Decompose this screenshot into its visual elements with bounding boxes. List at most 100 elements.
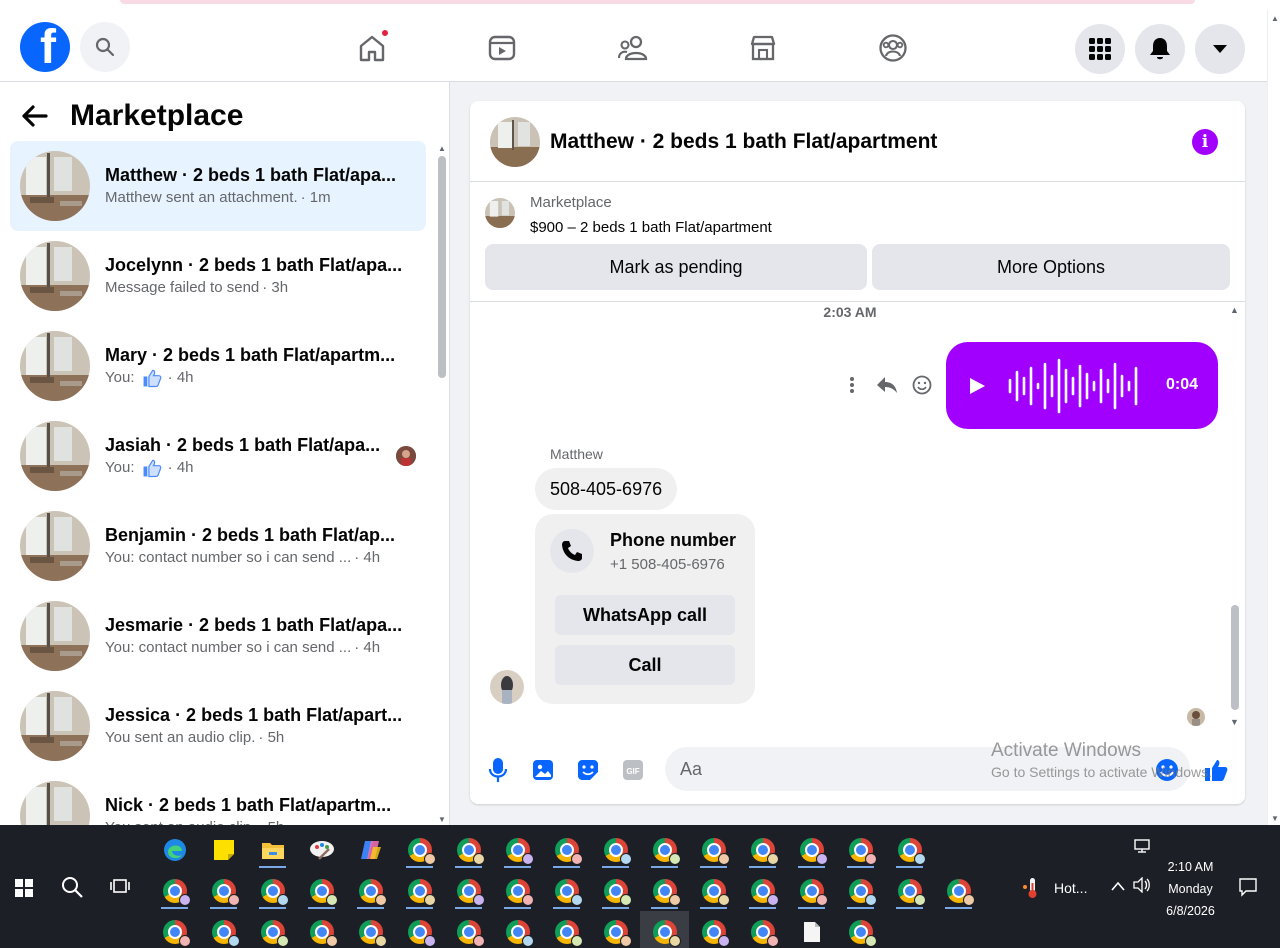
play-icon[interactable]: [968, 377, 986, 395]
chrome-taskbar-button[interactable]: [493, 911, 542, 948]
conversation-item[interactable]: Jessica · 2 beds 1 bath Flat/apart... You…: [10, 681, 426, 771]
chrome-taskbar-button[interactable]: [689, 911, 738, 948]
chrome-taskbar-button[interactable]: [934, 870, 983, 911]
mic-button[interactable]: [485, 757, 511, 783]
sticker-button[interactable]: [575, 757, 601, 783]
info-icon[interactable]: i: [1192, 129, 1218, 155]
taskbar-search-button[interactable]: [60, 875, 84, 904]
chrome-taskbar-button[interactable]: [493, 829, 542, 870]
chrome-taskbar-button[interactable]: [346, 911, 395, 948]
chrome-taskbar-button[interactable]: [738, 870, 787, 911]
photo-button[interactable]: [530, 757, 556, 783]
scroll-thumb[interactable]: [438, 156, 446, 378]
copilot-taskbar-button[interactable]: [346, 829, 395, 870]
scroll-up-icon[interactable]: ▲: [1230, 305, 1239, 315]
sidebar-scrollbar[interactable]: ▲ ▼: [437, 144, 447, 824]
chrome-taskbar-button[interactable]: [248, 911, 297, 948]
emoji-button[interactable]: [1154, 757, 1180, 783]
chrome-taskbar-button[interactable]: [738, 911, 787, 948]
chrome-taskbar-button[interactable]: [395, 829, 444, 870]
conversation-item[interactable]: Benjamin · 2 beds 1 bath Flat/ap... You: …: [10, 501, 426, 591]
chrome-taskbar-button[interactable]: [444, 911, 493, 948]
conversation-item[interactable]: Nick · 2 beds 1 bath Flat/apartm... You s…: [10, 771, 426, 825]
start-button[interactable]: [15, 879, 35, 899]
volume-icon[interactable]: [1133, 876, 1151, 896]
notifications-button[interactable]: [1135, 24, 1185, 74]
chrome-taskbar-button[interactable]: [738, 829, 787, 870]
chrome-taskbar-button[interactable]: [787, 829, 836, 870]
sticky-notes-taskbar-button[interactable]: [199, 829, 248, 870]
sender-avatar[interactable]: [490, 670, 524, 704]
chrome-taskbar-button[interactable]: [689, 870, 738, 911]
chrome-taskbar-button[interactable]: [885, 829, 934, 870]
chrome-taskbar-button[interactable]: [297, 870, 346, 911]
conversation-item[interactable]: Mary · 2 beds 1 bath Flat/apartm... You: …: [10, 321, 426, 411]
conversation-item[interactable]: Jasiah · 2 beds 1 bath Flat/apa... You: ·…: [10, 411, 426, 501]
task-view-button[interactable]: [110, 877, 130, 900]
chrome-taskbar-button[interactable]: [591, 870, 640, 911]
chrome-taskbar-button[interactable]: [395, 870, 444, 911]
whatsapp-call-button[interactable]: WhatsApp call: [555, 595, 735, 635]
reply-icon[interactable]: [875, 373, 899, 397]
audio-message[interactable]: 0:04: [946, 342, 1218, 429]
conversation-item[interactable]: Jesmarie · 2 beds 1 bath Flat/apa... You:…: [10, 591, 426, 681]
chrome-taskbar-button[interactable]: [444, 829, 493, 870]
weather-widget[interactable]: Hot...: [1022, 877, 1087, 899]
chrome-taskbar-button[interactable]: [885, 870, 934, 911]
nav-marketplace[interactable]: [743, 28, 783, 68]
chrome-taskbar-button[interactable]: [640, 911, 689, 948]
chrome-taskbar-button[interactable]: [542, 829, 591, 870]
search-button[interactable]: [80, 22, 130, 72]
chrome-taskbar-button[interactable]: [395, 911, 444, 948]
gif-button[interactable]: GIF: [620, 757, 646, 783]
messages-scrollbar[interactable]: ▲ ▼: [1229, 305, 1241, 727]
chrome-taskbar-button[interactable]: [689, 829, 738, 870]
nav-home[interactable]: [352, 28, 392, 68]
chrome-taskbar-button[interactable]: [150, 870, 199, 911]
account-button[interactable]: [1195, 24, 1245, 74]
chrome-taskbar-button[interactable]: [640, 870, 689, 911]
chat-title[interactable]: Matthew · 2 beds 1 bath Flat/apartment: [550, 130, 937, 154]
scroll-up-icon[interactable]: ▲: [1271, 14, 1279, 23]
listing-thumbnail[interactable]: [485, 198, 515, 228]
scroll-down-icon[interactable]: ▼: [1230, 717, 1239, 727]
conversation-item[interactable]: Matthew · 2 beds 1 bath Flat/apa... Matth…: [10, 141, 426, 231]
nav-groups[interactable]: [873, 28, 913, 68]
mark-as-pending-button[interactable]: Mark as pending: [485, 244, 867, 290]
chrome-taskbar-button[interactable]: [150, 911, 199, 948]
more-options-button[interactable]: More Options: [872, 244, 1230, 290]
call-button[interactable]: Call: [555, 645, 735, 685]
facebook-logo[interactable]: f: [20, 22, 70, 72]
react-emoji-icon[interactable]: [910, 373, 934, 397]
document-taskbar-button[interactable]: [787, 911, 836, 948]
phone-message[interactable]: 508-405-6976: [535, 468, 678, 510]
chrome-taskbar-button[interactable]: [836, 829, 885, 870]
chrome-taskbar-button[interactable]: [542, 911, 591, 948]
chrome-taskbar-button[interactable]: [248, 870, 297, 911]
chrome-taskbar-button[interactable]: [346, 870, 395, 911]
file-explorer-taskbar-button[interactable]: [248, 829, 297, 870]
chrome-taskbar-button[interactable]: [493, 870, 542, 911]
scroll-thumb[interactable]: [1231, 605, 1239, 710]
scroll-down-icon[interactable]: ▼: [1271, 814, 1279, 823]
nav-friends[interactable]: [613, 28, 653, 68]
chrome-taskbar-button[interactable]: [787, 870, 836, 911]
chrome-taskbar-button[interactable]: [591, 829, 640, 870]
scroll-up-icon[interactable]: ▲: [438, 144, 446, 153]
chrome-taskbar-button[interactable]: [444, 870, 493, 911]
chrome-taskbar-button[interactable]: [199, 911, 248, 948]
conversation-item[interactable]: Jocelynn · 2 beds 1 bath Flat/apa... Mess…: [10, 231, 426, 321]
chat-avatar[interactable]: [490, 117, 540, 167]
more-icon[interactable]: [840, 373, 864, 397]
page-scrollbar[interactable]: ▲ ▼: [1267, 10, 1280, 825]
chevron-up-icon[interactable]: [1111, 879, 1125, 894]
menu-button[interactable]: [1075, 24, 1125, 74]
chrome-taskbar-button[interactable]: [199, 870, 248, 911]
clock[interactable]: 2:10 AM Monday 6/8/2026: [1163, 856, 1218, 922]
paint-taskbar-button[interactable]: [297, 829, 346, 870]
message-input[interactable]: Aa: [665, 747, 1190, 791]
chrome-taskbar-button[interactable]: [542, 870, 591, 911]
network-icon[interactable]: [1133, 838, 1151, 857]
back-button[interactable]: [20, 98, 58, 134]
notification-center-icon[interactable]: [1238, 877, 1258, 900]
